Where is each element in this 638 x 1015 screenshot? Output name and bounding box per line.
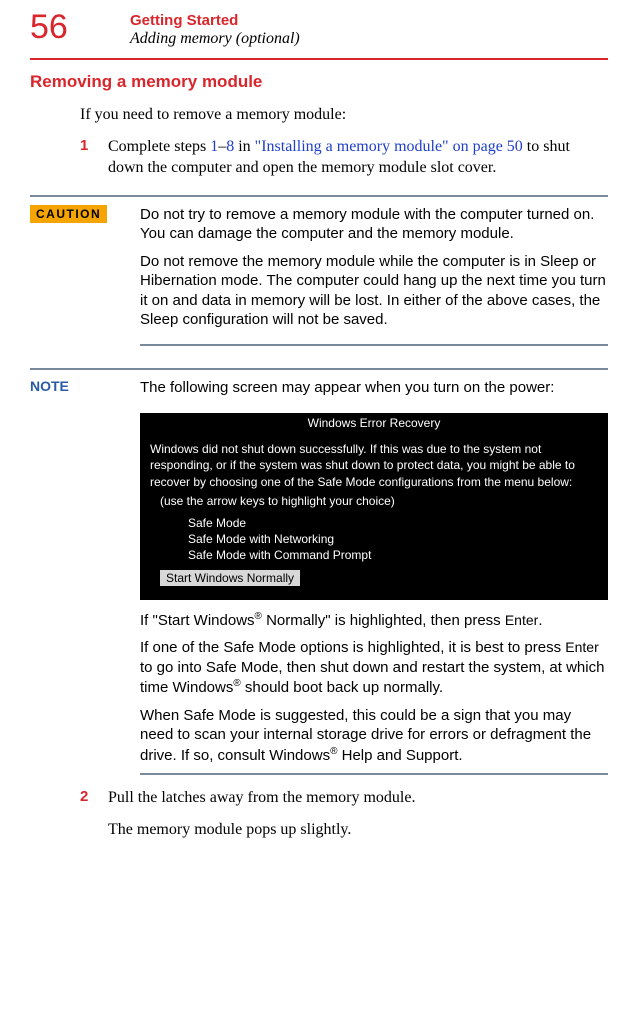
note-p2: If one of the Safe Mode options is highl… <box>140 638 608 698</box>
step-number: 1 <box>80 136 108 179</box>
text: in <box>234 138 254 155</box>
step-2: 2 Pull the latches away from the memory … <box>80 787 608 809</box>
caution-p1: Do not try to remove a memory module wit… <box>140 205 608 244</box>
note-rule-bottom <box>140 773 608 775</box>
text: Help and Support. <box>337 747 462 764</box>
registered-mark: ® <box>233 678 240 689</box>
text: If "Start Windows <box>140 612 255 629</box>
screenshot-option-safe-mode-networking: Safe Mode with Networking <box>188 532 598 546</box>
page-header: 56 Getting Started Adding memory (option… <box>0 0 638 52</box>
registered-mark: ® <box>255 611 262 622</box>
section-heading: Removing a memory module <box>30 72 638 92</box>
note-label: NOTE <box>30 378 140 406</box>
step-text: Pull the latches away from the memory mo… <box>108 787 415 809</box>
header-texts: Getting Started Adding memory (optional) <box>130 10 300 48</box>
xref-installing[interactable]: "Installing a memory module" on page 50 <box>255 138 523 155</box>
note-body: The following screen may appear when you… <box>140 378 554 406</box>
note-p3: When Safe Mode is suggested, this could … <box>140 706 608 766</box>
enter-key: Enter <box>565 639 598 655</box>
screenshot-option-safe-mode-cmd: Safe Mode with Command Prompt <box>188 548 598 562</box>
enter-key: Enter <box>505 612 538 628</box>
caution-rule-top <box>30 195 608 197</box>
note-rule-top <box>30 368 608 370</box>
section-subtitle: Adding memory (optional) <box>130 30 300 48</box>
caution-label: CAUTION <box>30 205 140 338</box>
text: . <box>538 612 542 629</box>
screenshot-hint: (use the arrow keys to highlight your ch… <box>160 494 598 508</box>
screenshot-option-safe-mode: Safe Mode <box>188 516 598 530</box>
error-recovery-screenshot: Windows Error Recovery Windows did not s… <box>140 413 608 600</box>
step-number: 2 <box>80 787 108 809</box>
step-2-sub: The memory module pops up slightly. <box>108 819 608 841</box>
caution-callout: CAUTION Do not try to remove a memory mo… <box>30 205 608 338</box>
note-callout: NOTE The following screen may appear whe… <box>30 378 608 406</box>
step-1: 1 Complete steps 1–8 in "Installing a me… <box>80 136 608 179</box>
caution-body: Do not try to remove a memory module wit… <box>140 205 608 338</box>
header-rule <box>30 58 608 60</box>
screenshot-paragraph: Windows did not shut down successfully. … <box>150 441 598 490</box>
screenshot-option-start-normally: Start Windows Normally <box>160 570 300 586</box>
caution-rule-bottom <box>140 344 608 346</box>
screenshot-title: Windows Error Recovery <box>140 413 608 433</box>
caution-p2: Do not remove the memory module while th… <box>140 252 608 330</box>
note-p1: If "Start Windows® Normally" is highligh… <box>140 610 608 631</box>
note-label-text: NOTE <box>30 378 69 394</box>
text: If one of the Safe Mode options is highl… <box>140 639 565 656</box>
text: should boot back up normally. <box>241 679 443 696</box>
caution-badge: CAUTION <box>30 205 107 223</box>
text: Complete steps <box>108 138 210 155</box>
page-number: 56 <box>0 10 130 44</box>
step-text: Complete steps 1–8 in "Installing a memo… <box>108 136 608 179</box>
note-intro: The following screen may appear when you… <box>140 378 554 398</box>
note-followup: If "Start Windows® Normally" is highligh… <box>140 610 608 766</box>
intro-paragraph: If you need to remove a memory module: <box>80 104 608 126</box>
text: Normally" is highlighted, then press <box>262 612 505 629</box>
chapter-title: Getting Started <box>130 12 300 29</box>
